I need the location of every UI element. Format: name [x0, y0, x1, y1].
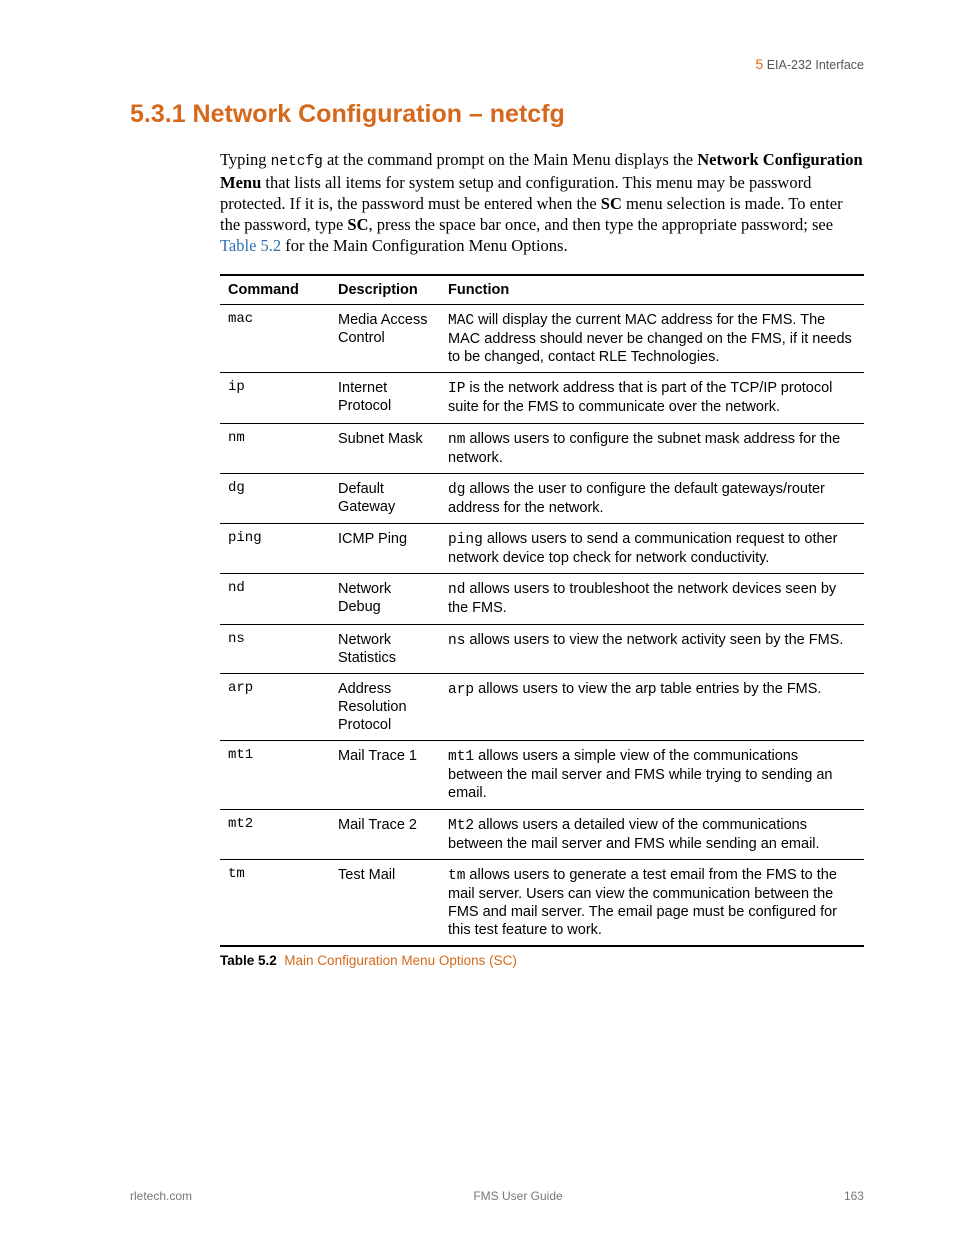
cell-description: ICMP Ping [330, 524, 440, 574]
cell-command: dg [220, 473, 330, 523]
table-row: ndNetwork Debugnd allows users to troubl… [220, 574, 864, 624]
col-header-command: Command [220, 275, 330, 305]
function-text: allows the user to configure the default… [448, 481, 825, 516]
function-text: allows users to generate a test email fr… [448, 867, 837, 938]
function-text: allows users a detailed view of the comm… [448, 817, 820, 852]
table-row: mt2Mail Trace 2Mt2 allows users a detail… [220, 809, 864, 859]
footer-left: rletech.com [130, 1189, 192, 1203]
cell-function: MAC will display the current MAC address… [440, 304, 864, 372]
cell-command: mt2 [220, 809, 330, 859]
cell-function: tm allows users to generate a test email… [440, 859, 864, 946]
function-code: IP [448, 381, 465, 397]
cell-description: Test Mail [330, 859, 440, 946]
cell-command: nm [220, 423, 330, 473]
cell-command: tm [220, 859, 330, 946]
table-crossref-link[interactable]: Table 5.2 [220, 236, 281, 255]
footer-right: 163 [844, 1189, 864, 1203]
chapter-number: 5 [755, 56, 763, 72]
cell-function: ping allows users to send a communicatio… [440, 524, 864, 574]
table-row: dgDefault Gatewaydg allows the user to c… [220, 473, 864, 523]
page-footer: rletech.com FMS User Guide 163 [130, 1189, 864, 1203]
intro-text: at the command prompt on the Main Menu d… [323, 150, 697, 169]
table-row: nmSubnet Masknm allows users to configur… [220, 423, 864, 473]
cell-description: Mail Trace 1 [330, 741, 440, 809]
function-code: nm [448, 432, 465, 448]
function-text: allows users to view the arp table entri… [474, 681, 821, 697]
footer-center: FMS User Guide [473, 1189, 562, 1203]
intro-bold-sc2: SC [347, 215, 368, 234]
cell-function: Mt2 allows users a detailed view of the … [440, 809, 864, 859]
intro-text: , press the space bar once, and then typ… [369, 215, 834, 234]
cell-description: Mail Trace 2 [330, 809, 440, 859]
function-code: ping [448, 532, 483, 548]
table-row: arpAddress Resolution Protocolarp allows… [220, 673, 864, 740]
function-text: allows users to send a communication req… [448, 531, 837, 566]
caption-text: Main Configuration Menu Options (SC) [284, 953, 517, 968]
col-header-function: Function [440, 275, 864, 305]
cell-function: mt1 allows users a simple view of the co… [440, 741, 864, 809]
function-text: allows users to troubleshoot the network… [448, 581, 836, 616]
cell-function: arp allows users to view the arp table e… [440, 673, 864, 740]
caption-label: Table 5.2 [220, 953, 277, 968]
table-row: pingICMP Pingping allows users to send a… [220, 524, 864, 574]
cell-command: ip [220, 373, 330, 423]
function-code: arp [448, 682, 474, 698]
cell-function: nm allows users to configure the subnet … [440, 423, 864, 473]
running-header: 5 EIA-232 Interface [130, 56, 864, 72]
cell-command: mac [220, 304, 330, 372]
cell-function: IP is the network address that is part o… [440, 373, 864, 423]
cell-command: ping [220, 524, 330, 574]
function-code: tm [448, 868, 465, 884]
intro-bold-sc1: SC [601, 194, 622, 213]
section-heading: 5.3.1 Network Configuration – netcfg [130, 100, 864, 129]
function-text: allows users a simple view of the commun… [448, 748, 832, 801]
cell-description: Network Statistics [330, 624, 440, 673]
function-code: ns [448, 633, 465, 649]
intro-text: Typing [220, 150, 271, 169]
table-header-row: Command Description Function [220, 275, 864, 305]
table-row: tmTest Mailtm allows users to generate a… [220, 859, 864, 946]
intro-text: for the Main Configuration Menu Options. [281, 236, 567, 255]
intro-code-netcfg: netcfg [271, 154, 323, 170]
cell-function: ns allows users to view the network acti… [440, 624, 864, 673]
cell-description: Internet Protocol [330, 373, 440, 423]
function-text: allows users to configure the subnet mas… [448, 431, 840, 466]
cell-command: nd [220, 574, 330, 624]
col-header-description: Description [330, 275, 440, 305]
cell-description: Media Access Control [330, 304, 440, 372]
function-code: MAC [448, 313, 474, 329]
cell-function: nd allows users to troubleshoot the netw… [440, 574, 864, 624]
function-text: is the network address that is part of t… [448, 380, 832, 415]
table-row: ipInternet ProtocolIP is the network add… [220, 373, 864, 423]
function-code: dg [448, 482, 465, 498]
table-caption: Table 5.2 Main Configuration Menu Option… [220, 953, 864, 968]
chapter-title: EIA-232 Interface [767, 58, 864, 72]
function-text: allows users to view the network activit… [465, 632, 843, 648]
table-row: macMedia Access ControlMAC will display … [220, 304, 864, 372]
cell-description: Network Debug [330, 574, 440, 624]
config-options-table: Command Description Function macMedia Ac… [220, 274, 864, 947]
cell-description: Default Gateway [330, 473, 440, 523]
function-code: mt1 [448, 749, 474, 765]
intro-paragraph: Typing netcfg at the command prompt on t… [220, 149, 864, 256]
cell-description: Subnet Mask [330, 423, 440, 473]
table-row: nsNetwork Statisticsns allows users to v… [220, 624, 864, 673]
cell-description: Address Resolution Protocol [330, 673, 440, 740]
function-code: Mt2 [448, 818, 474, 834]
cell-command: arp [220, 673, 330, 740]
function-code: nd [448, 582, 465, 598]
table-row: mt1Mail Trace 1mt1 allows users a simple… [220, 741, 864, 809]
function-text: will display the current MAC address for… [448, 312, 852, 365]
cell-command: ns [220, 624, 330, 673]
cell-command: mt1 [220, 741, 330, 809]
cell-function: dg allows the user to configure the defa… [440, 473, 864, 523]
